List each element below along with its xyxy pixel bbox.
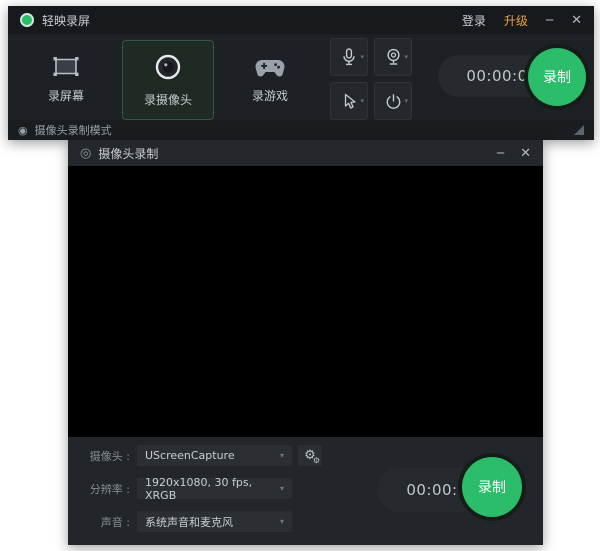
- record-button[interactable]: 录制: [462, 457, 522, 517]
- camera-device-row: 摄像头 : UScreenCapture ▾ ⚙ ⚙: [68, 445, 322, 466]
- chevron-down-icon[interactable]: ▾: [360, 97, 364, 105]
- resolution-label: 分辨率 :: [68, 481, 130, 497]
- resize-grip[interactable]: [574, 125, 584, 135]
- camera-window-title: 摄像头录制: [98, 145, 158, 162]
- chevron-down-icon[interactable]: ▾: [360, 53, 364, 61]
- camera-device-value: UScreenCapture: [145, 449, 235, 462]
- mode-record-camera[interactable]: 录摄像头: [122, 40, 214, 120]
- app-title: 轻映录屏: [42, 12, 90, 29]
- microphone-icon: [342, 48, 356, 66]
- cursor-effect-button[interactable]: ▾: [330, 82, 368, 120]
- sound-row: 声音 : 系统声音和麦克风 ▾: [68, 511, 292, 532]
- sound-select[interactable]: 系统声音和麦克风 ▾: [137, 511, 292, 532]
- target-icon: ◉: [18, 125, 28, 136]
- camera-lens-icon: [153, 52, 183, 82]
- minimize-button[interactable]: ─: [497, 147, 504, 159]
- resolution-value: 1920x1080, 30 fps, XRGB: [145, 476, 280, 502]
- upgrade-link[interactable]: 升级: [504, 12, 528, 29]
- record-button[interactable]: 录制: [528, 48, 586, 106]
- webcam-icon: [385, 48, 402, 66]
- app-logo-icon: [20, 13, 34, 27]
- resolution-select[interactable]: 1920x1080, 30 fps, XRGB ▾: [137, 478, 292, 499]
- main-window: 轻映录屏 登录 升级 ─ ✕ 录屏幕: [8, 6, 594, 140]
- gear-icon: ⚙: [313, 457, 320, 465]
- microphone-toggle-button[interactable]: ▾: [330, 38, 368, 76]
- sound-value: 系统声音和麦克风: [145, 514, 233, 530]
- chevron-down-icon[interactable]: ▾: [404, 97, 408, 105]
- camera-device-select[interactable]: UScreenCapture ▾: [137, 445, 292, 466]
- camera-preview: [68, 166, 543, 437]
- mode-record-screen[interactable]: 录屏幕: [20, 40, 112, 120]
- webcam-toggle-button[interactable]: ▾: [374, 38, 412, 76]
- gamepad-icon: [255, 57, 285, 78]
- mode-selector: 录屏幕 录摄像头 录游戏: [20, 40, 316, 120]
- mode-label: 录屏幕: [48, 87, 84, 104]
- camera-settings-button[interactable]: ⚙ ⚙: [298, 445, 322, 466]
- mode-record-game[interactable]: 录游戏: [224, 40, 316, 120]
- chevron-down-icon: ▾: [280, 451, 284, 460]
- system-sound-button[interactable]: ▾: [374, 82, 412, 120]
- lens-icon: ◎: [80, 147, 91, 160]
- camera-device-label: 摄像头 :: [68, 448, 130, 464]
- camera-window: ◎ 摄像头录制 ─ ✕ 摄像头 : UScreenCapture ▾ ⚙ ⚙ 分…: [68, 140, 543, 545]
- resolution-row: 分辨率 : 1920x1080, 30 fps, XRGB ▾: [68, 478, 292, 499]
- minimize-button[interactable]: ─: [546, 14, 553, 26]
- mode-status-text: 摄像头录制模式: [35, 122, 112, 138]
- camera-titlebar: ◎ 摄像头录制 ─ ✕: [68, 140, 543, 166]
- login-link[interactable]: 登录: [462, 12, 486, 29]
- chevron-down-icon: ▾: [280, 484, 284, 493]
- mode-label: 录摄像头: [144, 91, 192, 108]
- chevron-down-icon: ▾: [280, 517, 284, 526]
- close-button[interactable]: ✕: [520, 147, 531, 160]
- mode-label: 录游戏: [252, 87, 288, 104]
- power-icon: [385, 93, 402, 110]
- screen-icon: [52, 56, 80, 78]
- sound-label: 声音 :: [68, 514, 130, 530]
- main-statusbar: ◉ 摄像头录制模式: [8, 120, 594, 140]
- cursor-icon: [342, 93, 357, 110]
- chevron-down-icon[interactable]: ▾: [404, 53, 408, 61]
- device-toggle-grid: ▾ ▾ ▾: [330, 38, 412, 120]
- main-titlebar: 轻映录屏 登录 升级 ─ ✕: [8, 6, 594, 34]
- close-button[interactable]: ✕: [571, 14, 582, 27]
